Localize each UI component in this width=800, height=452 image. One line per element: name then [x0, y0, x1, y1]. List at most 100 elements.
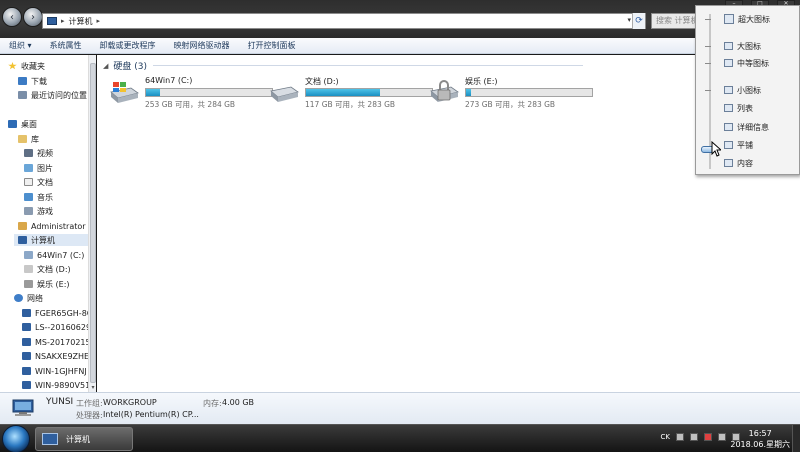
clock[interactable]: 16:57 2018.06.星期六	[730, 428, 790, 450]
group-header-hard-drives[interactable]: ◢ 硬盘 (3)	[103, 59, 147, 73]
language-indicator[interactable]: CK	[661, 433, 670, 441]
address-bar[interactable]: ▸ 计算机 ▸ ▾ ⟳	[42, 13, 646, 29]
network-icon	[14, 294, 23, 302]
nav-drive-d[interactable]: 文档 (D:)	[24, 263, 71, 275]
view-tiles[interactable]: 平铺	[724, 139, 753, 151]
nav-label: 游戏	[37, 206, 53, 216]
view-list[interactable]: 列表	[724, 102, 753, 114]
computer-icon	[18, 236, 27, 244]
view-label: 超大图标	[738, 14, 770, 24]
user-folder-icon	[18, 222, 27, 230]
computer-icon	[22, 309, 31, 317]
nav-network[interactable]: 网络	[14, 292, 43, 304]
library-icon	[18, 135, 27, 143]
address-dropdown-icon[interactable]: ▾	[627, 16, 631, 24]
drive-tile-e[interactable]: 娱乐 (E:) 273 GB 可用，共 283 GB	[429, 76, 593, 112]
nav-label: WIN-9890V51	[35, 380, 91, 390]
view-label: 中等图标	[737, 58, 769, 68]
drive-icon	[24, 280, 33, 288]
scroll-down-icon[interactable]: ▾	[89, 384, 97, 392]
nav-favorites[interactable]: 收藏夹	[8, 60, 45, 72]
command-bar: 组织 ▾ 系统属性 卸载或更改程序 映射网络驱动器 打开控制面板	[0, 38, 800, 54]
small-icons-icon	[724, 86, 733, 94]
details-pane: YUNSI 工作组: WORKGROUP 内存: 4.00 GB 处理器: In…	[0, 392, 800, 424]
view-medium-icons[interactable]: 中等图标	[724, 57, 769, 69]
refresh-icon[interactable]: ⟳	[632, 13, 645, 29]
nav-scrollbar[interactable]: ▾	[88, 55, 96, 392]
processor-label: 处理器:	[76, 411, 103, 420]
keyboard-icon[interactable]	[676, 433, 684, 441]
scroll-thumb[interactable]	[90, 63, 96, 383]
open-control-panel-button[interactable]: 打开控制面板	[239, 40, 305, 51]
group-divider	[153, 65, 583, 66]
video-icon	[24, 149, 33, 157]
drive-free-space: 117 GB 可用，共 283 GB	[305, 100, 396, 109]
view-small-icons[interactable]: 小图标	[724, 84, 761, 96]
collapse-caret-icon[interactable]: ◢	[103, 62, 108, 70]
drive-usage-fill	[146, 89, 160, 96]
system-properties-button[interactable]: 系统属性	[41, 40, 91, 51]
computer-icon	[22, 381, 31, 389]
nav-network-computer[interactable]: NSAKXE9ZHE	[22, 350, 89, 362]
taskbar-item-computer[interactable]: 计算机	[35, 427, 133, 451]
breadcrumb-computer[interactable]: 计算机	[69, 16, 93, 27]
slider-tick	[705, 90, 711, 91]
nav-desktop[interactable]: 桌面	[8, 118, 37, 130]
details-icon	[724, 123, 733, 131]
network-tray-icon[interactable]	[718, 433, 726, 441]
nav-games[interactable]: 游戏	[24, 205, 53, 217]
drive-tile-c[interactable]: 64Win7 (C:) 253 GB 可用，共 284 GB	[109, 76, 273, 112]
nav-label: 64Win7 (C:)	[37, 250, 85, 260]
organize-menu[interactable]: 组织 ▾	[0, 40, 41, 51]
nav-documents[interactable]: 文档	[24, 176, 53, 188]
nav-label: FGER65GH-8C	[35, 308, 93, 318]
nav-recent[interactable]: 最近访问的位置	[18, 89, 87, 101]
nav-label: WIN-1GJHFNJ	[35, 366, 87, 376]
action-center-icon[interactable]	[704, 433, 712, 441]
address-separator-2: ▸	[96, 17, 101, 25]
nav-network-computer[interactable]: FGER65GH-8C	[22, 307, 92, 319]
view-content[interactable]: 内容	[724, 157, 753, 169]
nav-computer[interactable]: 计算机	[14, 234, 88, 246]
search-input[interactable]: 搜索 计算机	[651, 13, 696, 29]
drive-usage-fill	[466, 89, 472, 96]
memory-label: 内存:	[203, 399, 222, 408]
nav-network-computer[interactable]: MS-20170215	[22, 336, 91, 348]
show-hidden-icons-icon[interactable]	[690, 433, 698, 441]
nav-label: 文档	[37, 177, 53, 187]
view-details[interactable]: 详细信息	[724, 121, 769, 133]
slider-tick	[705, 63, 711, 64]
forward-button[interactable]: ›	[23, 7, 43, 27]
nav-label: Administrator	[31, 221, 86, 231]
nav-library[interactable]: 库	[18, 133, 39, 145]
view-large-icons[interactable]: 大图标	[724, 40, 761, 52]
uninstall-program-button[interactable]: 卸载或更改程序	[91, 40, 165, 51]
back-button[interactable]: ‹	[2, 7, 22, 27]
nav-drive-e[interactable]: 娱乐 (E:)	[24, 278, 70, 290]
view-extra-large-icons[interactable]: 超大图标	[724, 13, 770, 25]
tiles-icon	[724, 141, 733, 149]
show-desktop-button[interactable]	[792, 425, 800, 452]
drive-icon	[24, 265, 33, 273]
document-icon	[24, 178, 33, 186]
start-button[interactable]	[2, 425, 30, 452]
nav-downloads[interactable]: 下载	[18, 75, 47, 87]
nav-music[interactable]: 音乐	[24, 191, 53, 203]
system-drive-icon	[110, 82, 139, 103]
drive-free-space: 253 GB 可用，共 284 GB	[145, 100, 236, 109]
nav-network-computer[interactable]: WIN-1GJHFNJ	[22, 365, 87, 377]
nav-label: 最近访问的位置	[31, 90, 87, 100]
nav-network-computer[interactable]: WIN-9890V51	[22, 379, 90, 391]
map-network-drive-button[interactable]: 映射网络驱动器	[165, 40, 239, 51]
nav-videos[interactable]: 视频	[24, 147, 53, 159]
computer-icon	[22, 367, 31, 375]
nav-administrator[interactable]: Administrator	[18, 220, 86, 232]
drive-tile-d[interactable]: 文档 (D:) 117 GB 可用，共 283 GB	[269, 76, 433, 112]
clock-date: 2018.06.星期六	[730, 440, 790, 449]
nav-pictures[interactable]: 图片	[24, 162, 53, 174]
nav-network-computer[interactable]: LS--20160629	[22, 321, 91, 333]
computer-icon	[42, 433, 58, 445]
nav-drive-c[interactable]: 64Win7 (C:)	[24, 249, 84, 261]
drive-usage-fill	[306, 89, 381, 96]
star-icon	[8, 62, 17, 70]
